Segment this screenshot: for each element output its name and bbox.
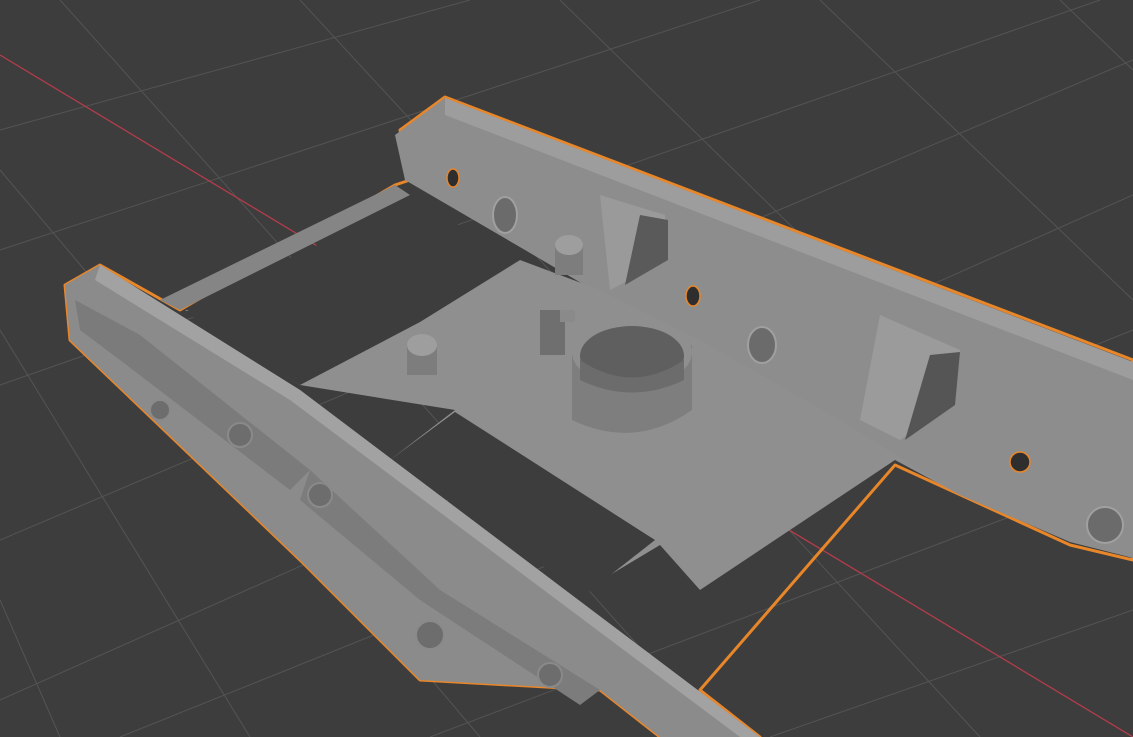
viewport-canvas[interactable] — [0, 0, 1133, 737]
3d-viewport[interactable] — [0, 0, 1133, 737]
center-pivot-cup — [572, 317, 692, 433]
